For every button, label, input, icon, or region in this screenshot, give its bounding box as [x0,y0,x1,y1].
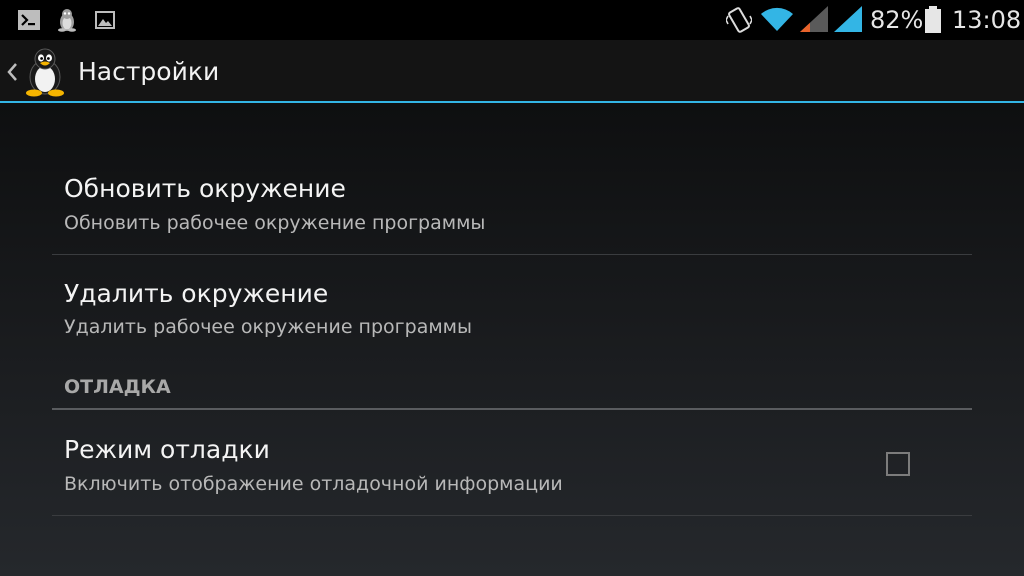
image-icon [95,11,115,29]
debug-mode-checkbox[interactable] [886,452,910,476]
tux-notification-icon [58,9,76,32]
chevron-left-icon[interactable] [5,60,19,84]
clock: 13:08 [952,6,1022,34]
debug-mode-summary: Включить отображение отладочной информац… [64,473,563,495]
terminal-icon [18,10,40,30]
update-environment-title: Обновить окружение [64,174,346,203]
signal-icon-1 [800,6,828,32]
vibrate-icon [726,7,752,33]
divider [52,254,972,255]
page-title: Настройки [78,57,220,86]
wifi-icon [761,7,793,31]
update-environment-summary: Обновить рабочее окружение программы [64,212,486,234]
battery-percent: 82% [870,6,924,34]
delete-environment-item[interactable]: Удалить окружение Удалить рабочее окруже… [52,265,972,359]
delete-environment-summary: Удалить рабочее окружение программы [64,316,473,338]
divider [52,515,972,516]
debug-category-header: ОТЛАДКА [64,376,171,398]
debug-mode-title: Режим отладки [64,435,270,464]
update-environment-item[interactable]: Обновить окружение Обновить рабочее окру… [52,160,972,254]
status-bar: 82% 13:08 [0,0,1024,40]
debug-mode-item[interactable]: Режим отладки Включить отображение отлад… [52,420,972,514]
category-divider [52,408,972,410]
signal-icon-2 [834,6,862,32]
battery-icon [925,6,941,33]
tux-penguin-icon[interactable] [22,47,68,97]
delete-environment-title: Удалить окружение [64,279,329,308]
